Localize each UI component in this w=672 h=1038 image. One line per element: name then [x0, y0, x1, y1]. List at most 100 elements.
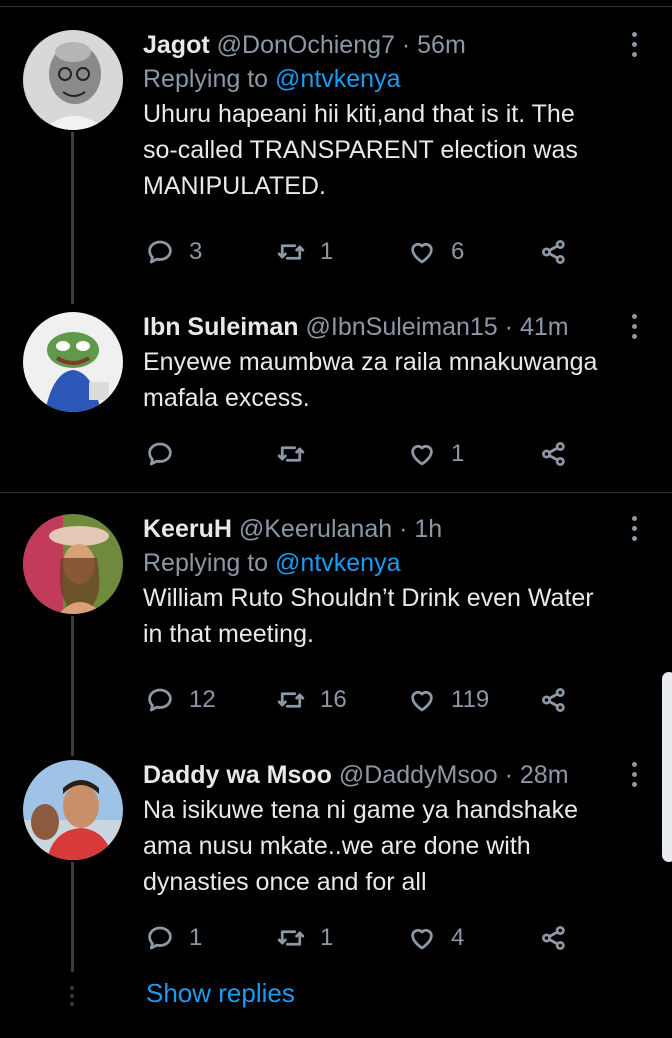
more-icon[interactable]: [628, 516, 640, 546]
retweet-icon: [277, 930, 305, 946]
retweet-button[interactable]: 16: [276, 680, 347, 720]
share-icon: [542, 442, 565, 466]
thread-continuation-dots: [69, 986, 75, 1010]
top-divider: [0, 6, 672, 7]
share-icon: [542, 240, 565, 264]
retweet-count: 16: [320, 686, 347, 713]
tweet-header: Daddy wa Msoo @DaddyMsoo · 28m: [143, 758, 632, 792]
more-icon[interactable]: [628, 762, 640, 792]
tweet-text: Uhuru hapeani hii kiti,and that is it. T…: [143, 96, 632, 204]
timestamp[interactable]: 41m: [520, 313, 569, 341]
avatar[interactable]: [23, 312, 123, 412]
author-handle[interactable]: @DonOchieng7: [217, 31, 395, 59]
like-count: 6: [451, 238, 465, 265]
avatar[interactable]: [23, 760, 123, 860]
tweet-text-line: mafala excess.: [143, 384, 310, 412]
reply-icon: [148, 688, 172, 712]
replying-to: Replying to @ntvkenya: [143, 62, 632, 96]
more-icon[interactable]: [628, 32, 640, 62]
share-button[interactable]: [539, 680, 569, 720]
tweet-content[interactable]: Ibn Suleiman @IbnSuleiman15 · 41m Enyewe…: [143, 310, 632, 416]
author-name[interactable]: Ibn Suleiman: [143, 313, 299, 341]
reply-count: 12: [189, 686, 216, 713]
share-icon: [542, 688, 565, 712]
reply-button[interactable]: 3: [145, 232, 202, 272]
thread-line: [71, 132, 74, 304]
like-count: 119: [451, 686, 490, 713]
retweet-icon: [277, 692, 305, 708]
reply-button[interactable]: 12: [145, 680, 216, 720]
share-button[interactable]: [539, 434, 569, 474]
share-button[interactable]: [539, 232, 569, 272]
author-name[interactable]: Daddy wa Msoo: [143, 761, 332, 789]
retweet-icon: [277, 244, 305, 260]
tweet-actions: 1 1 4: [143, 918, 583, 958]
reply-icon: [148, 926, 172, 950]
tweet-text-line: in that meeting.: [143, 620, 314, 648]
reply-count: 3: [189, 238, 203, 265]
thread-line: [71, 862, 74, 972]
author-name[interactable]: KeeruH: [143, 515, 232, 543]
reply-count: 1: [189, 924, 203, 951]
reply-icon: [148, 240, 172, 264]
retweet-count: 1: [320, 924, 334, 951]
like-button[interactable]: 1: [407, 434, 464, 474]
like-icon: [411, 445, 433, 466]
like-button[interactable]: 6: [407, 232, 464, 272]
avatar[interactable]: [23, 30, 123, 130]
tweet-header: Ibn Suleiman @IbnSuleiman15 · 41m: [143, 310, 632, 344]
like-icon: [411, 929, 433, 950]
show-replies-link[interactable]: Show replies: [146, 978, 295, 1009]
author-handle[interactable]: @DaddyMsoo: [339, 761, 498, 789]
like-count: 1: [451, 440, 465, 467]
like-button[interactable]: 4: [407, 918, 464, 958]
avatar[interactable]: [23, 514, 123, 614]
retweet-button[interactable]: 1: [276, 232, 333, 272]
scrollbar[interactable]: [662, 672, 672, 862]
tweet-actions: 3 1 6: [143, 232, 583, 272]
tweet-text-line: ama nusu mkate..we are done with: [143, 832, 531, 860]
author-name[interactable]: Jagot: [143, 31, 210, 59]
separator: ·: [504, 761, 513, 789]
tweet-text-line: MANIPULATED.: [143, 172, 326, 200]
share-button[interactable]: [539, 918, 569, 958]
tweet-text-line: Na isikuwe tena ni game ya handshake: [143, 796, 578, 824]
tweet-content[interactable]: Daddy wa Msoo @DaddyMsoo · 28m Na isikuw…: [143, 758, 632, 900]
tweet-text-line: Enyewe maumbwa za raila mnakuwanga: [143, 348, 598, 376]
retweet-button[interactable]: [276, 434, 320, 474]
thread-line: [71, 616, 74, 756]
tweet-actions: 12 16 119: [143, 680, 583, 720]
author-handle[interactable]: @Keerulanah: [239, 515, 392, 543]
timestamp[interactable]: 28m: [520, 761, 569, 789]
separator: ·: [399, 515, 408, 543]
more-icon[interactable]: [628, 314, 640, 344]
like-icon: [411, 243, 433, 264]
retweet-button[interactable]: 1: [276, 918, 333, 958]
tweet-content[interactable]: Jagot @DonOchieng7 · 56m Replying to @nt…: [143, 28, 632, 204]
reply-button[interactable]: 1: [145, 918, 202, 958]
like-count: 4: [451, 924, 465, 951]
tweet-content[interactable]: KeeruH @Keerulanah · 1h Replying to @ntv…: [143, 512, 632, 652]
author-handle[interactable]: @IbnSuleiman15: [306, 313, 498, 341]
share-icon: [542, 926, 565, 950]
tweet-header: Jagot @DonOchieng7 · 56m: [143, 28, 632, 62]
reply-button[interactable]: [145, 434, 189, 474]
mention-link[interactable]: @ntvkenya: [275, 65, 400, 93]
replying-to-prefix: Replying to: [143, 549, 269, 577]
timestamp[interactable]: 1h: [414, 515, 442, 543]
like-button[interactable]: 119: [407, 680, 489, 720]
conversation-divider: [0, 492, 672, 493]
timestamp[interactable]: 56m: [417, 31, 466, 59]
tweet-actions: 1: [143, 434, 583, 474]
replying-to-prefix: Replying to: [143, 65, 269, 93]
tweet-text-line: so-called TRANSPARENT election was: [143, 136, 578, 164]
replying-to: Replying to @ntvkenya: [143, 546, 632, 580]
like-icon: [411, 691, 433, 712]
tweet-text: Enyewe maumbwa za raila mnakuwanga mafal…: [143, 344, 632, 416]
separator: ·: [504, 313, 513, 341]
tweet-header: KeeruH @Keerulanah · 1h: [143, 512, 632, 546]
reply-icon: [148, 442, 172, 466]
mention-link[interactable]: @ntvkenya: [275, 549, 400, 577]
separator: ·: [401, 31, 411, 59]
tweet-text: Na isikuwe tena ni game ya handshake ama…: [143, 792, 632, 900]
